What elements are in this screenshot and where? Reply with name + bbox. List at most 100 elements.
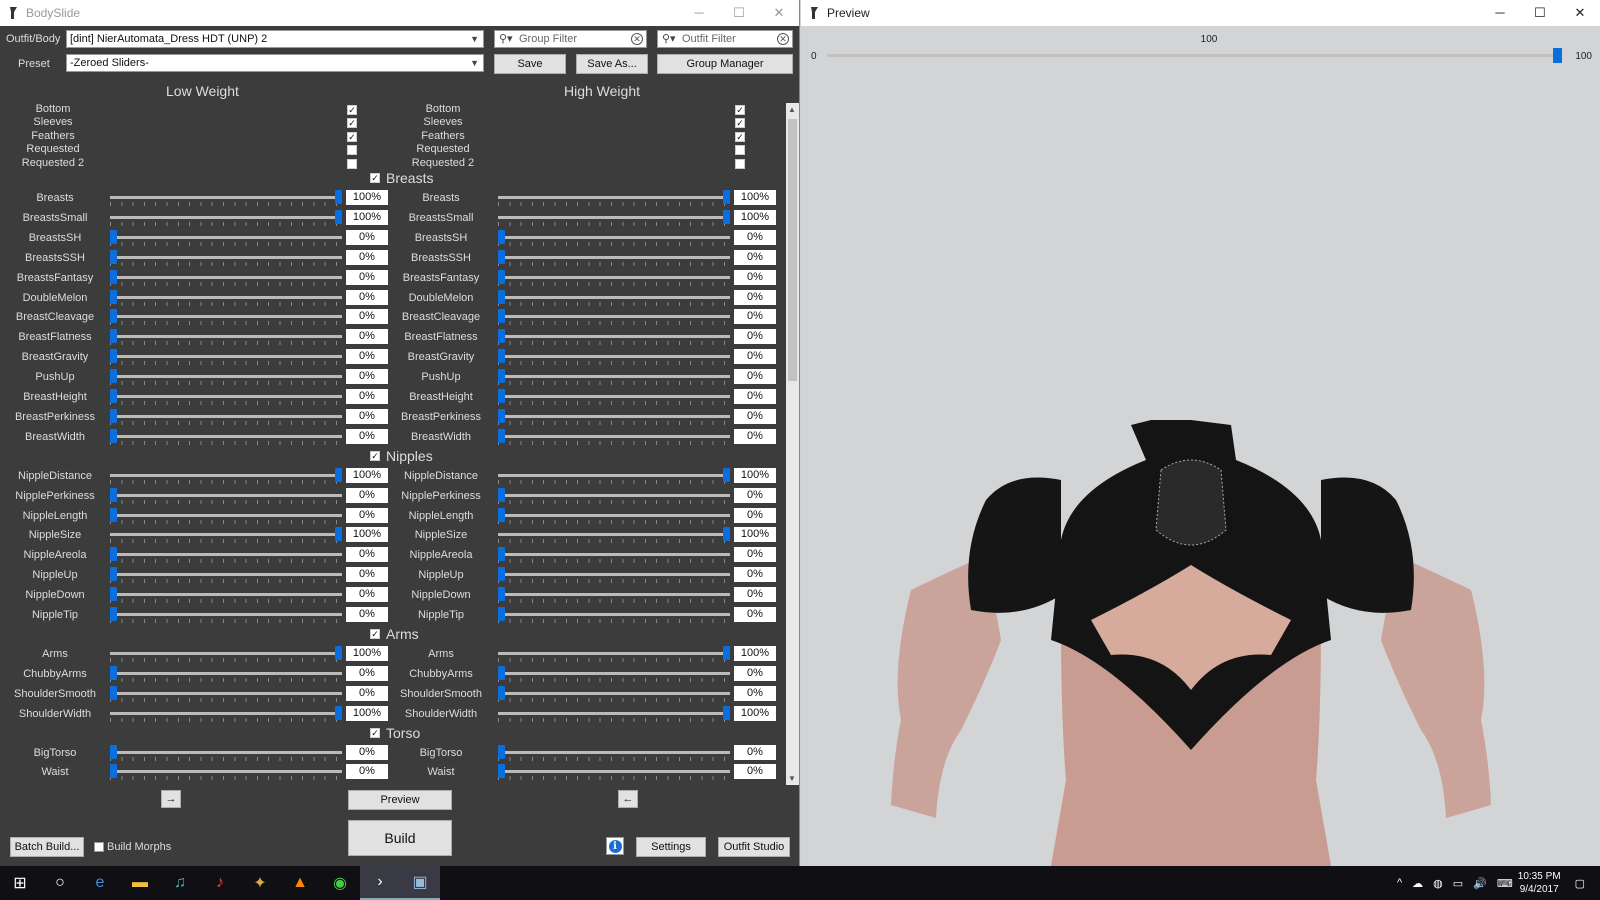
slider-track-high[interactable] [498, 593, 730, 597]
chrome-icon[interactable]: ◉ [320, 866, 360, 900]
slider-value-low[interactable]: 0% [346, 428, 388, 444]
zap-checkbox-low[interactable] [347, 158, 357, 169]
section-checkbox[interactable]: ✓ [370, 173, 380, 183]
slider-track-low[interactable] [110, 493, 342, 497]
slider-thumb-high[interactable] [723, 467, 730, 482]
display-icon[interactable]: ▭ [1453, 877, 1463, 890]
character-model-preview[interactable] [891, 420, 1491, 866]
slider-thumb-high[interactable] [498, 269, 505, 284]
outfit-studio-button[interactable]: Outfit Studio [718, 837, 790, 857]
slider-thumb-low[interactable] [110, 408, 117, 423]
slider-thumb-high[interactable] [498, 229, 505, 244]
slider-value-high[interactable]: 100% [734, 209, 776, 225]
slider-value-low[interactable]: 0% [346, 764, 388, 780]
scroll-thumb[interactable] [788, 119, 797, 381]
slider-thumb-high[interactable] [498, 665, 505, 680]
slider-thumb-high[interactable] [498, 487, 505, 502]
slider-thumb-low[interactable] [335, 705, 342, 720]
preview-button[interactable]: Preview [348, 790, 452, 810]
slider-value-high[interactable]: 0% [734, 289, 776, 305]
clock[interactable]: 10:35 PM 9/4/2017 [1518, 870, 1561, 896]
bodyslide-icon[interactable]: › [360, 866, 400, 900]
slider-thumb-high[interactable] [498, 369, 505, 384]
slider-thumb-high[interactable] [498, 249, 505, 264]
slider-value-high[interactable]: 100% [734, 467, 776, 483]
slider-track-low[interactable] [110, 533, 342, 537]
slider-value-high[interactable]: 0% [734, 269, 776, 285]
minimize-icon[interactable]: ─ [679, 0, 719, 26]
slider-value-low[interactable]: 0% [346, 309, 388, 325]
clear-icon[interactable]: ✕ [777, 33, 789, 45]
slider-thumb-low[interactable] [110, 309, 117, 324]
game-icon[interactable]: ✦ [240, 866, 280, 900]
slider-track-high[interactable] [498, 295, 730, 299]
slider-thumb-low[interactable] [110, 665, 117, 680]
slider-thumb-high[interactable] [723, 190, 730, 204]
slider-thumb-high[interactable] [723, 705, 730, 720]
slider-value-low[interactable]: 0% [346, 249, 388, 265]
slider-thumb-low[interactable] [110, 487, 117, 502]
slider-thumb-low[interactable] [335, 527, 342, 542]
slider-value-low[interactable]: 0% [346, 567, 388, 583]
slider-value-low[interactable]: 0% [346, 507, 388, 523]
slider-value-low[interactable]: 0% [346, 369, 388, 385]
slider-value-high[interactable]: 100% [734, 705, 776, 721]
slider-track-high[interactable] [498, 315, 730, 319]
slider-track-low[interactable] [110, 414, 342, 418]
section-checkbox[interactable]: ✓ [370, 727, 380, 738]
slider-track-high[interactable] [498, 573, 730, 577]
edge-icon[interactable]: e [80, 866, 120, 900]
slider-value-high[interactable]: 100% [734, 190, 776, 205]
zap-checkbox-low[interactable]: ✓ [347, 131, 357, 142]
music-icon[interactable]: ♫ [160, 866, 200, 900]
windows-icon[interactable]: ⊞ [0, 866, 40, 900]
slider-track-low[interactable] [110, 335, 342, 339]
slider-value-low[interactable]: 0% [346, 389, 388, 404]
chevron-up-icon[interactable]: ^ [1397, 877, 1402, 889]
cortana-icon[interactable]: ○ [40, 866, 80, 900]
slider-value-high[interactable]: 0% [734, 607, 776, 622]
slider-thumb-high[interactable] [498, 289, 505, 304]
slider-thumb-low[interactable] [335, 467, 342, 482]
slider-thumb-high[interactable] [498, 389, 505, 403]
slider-value-high[interactable]: 0% [734, 764, 776, 780]
section-header[interactable]: ✓ Nipples [370, 448, 433, 464]
slider-value-high[interactable]: 0% [734, 249, 776, 265]
slider-thumb-low[interactable] [110, 607, 117, 621]
slider-track-high[interactable] [498, 215, 730, 219]
slider-thumb-low[interactable] [110, 587, 117, 602]
slider-thumb-low[interactable] [110, 567, 117, 582]
slider-value-high[interactable]: 0% [734, 389, 776, 404]
slider-track-low[interactable] [110, 255, 342, 259]
slider-track-high[interactable] [498, 770, 730, 774]
slider-thumb-low[interactable] [335, 645, 342, 660]
itunes-icon[interactable]: ♪ [200, 866, 240, 900]
settings-button[interactable]: Settings [636, 837, 706, 857]
slider-value-high[interactable]: 0% [734, 587, 776, 603]
slider-value-low[interactable]: 0% [346, 269, 388, 285]
outfitstudio-icon[interactable]: ▣ [400, 866, 440, 900]
slider-track-low[interactable] [110, 573, 342, 577]
slider-track-low[interactable] [110, 395, 342, 398]
slider-value-high[interactable]: 0% [734, 665, 776, 681]
slider-value-low[interactable]: 100% [346, 527, 388, 543]
weight-slider-track[interactable] [827, 54, 1562, 57]
zap-checkbox-high[interactable] [735, 145, 745, 156]
slider-value-low[interactable]: 100% [346, 467, 388, 483]
slider-track-high[interactable] [498, 375, 730, 379]
slider-value-high[interactable]: 0% [734, 309, 776, 325]
slider-thumb-low[interactable] [110, 389, 117, 403]
slider-value-high[interactable]: 0% [734, 547, 776, 563]
slider-value-low[interactable]: 0% [346, 289, 388, 305]
slider-thumb-low[interactable] [110, 428, 117, 443]
slider-value-high[interactable]: 0% [734, 685, 776, 701]
maximize-icon[interactable]: ☐ [719, 0, 759, 26]
slider-value-high[interactable]: 0% [734, 329, 776, 345]
zap-checkbox-high[interactable]: ✓ [735, 131, 745, 142]
slider-track-high[interactable] [498, 196, 730, 199]
vlc-icon[interactable]: ▲ [280, 866, 320, 900]
slider-value-high[interactable]: 100% [734, 527, 776, 543]
slider-track-high[interactable] [498, 613, 730, 616]
save-as-button[interactable]: Save As... [576, 54, 648, 74]
slider-track-low[interactable] [110, 613, 342, 616]
